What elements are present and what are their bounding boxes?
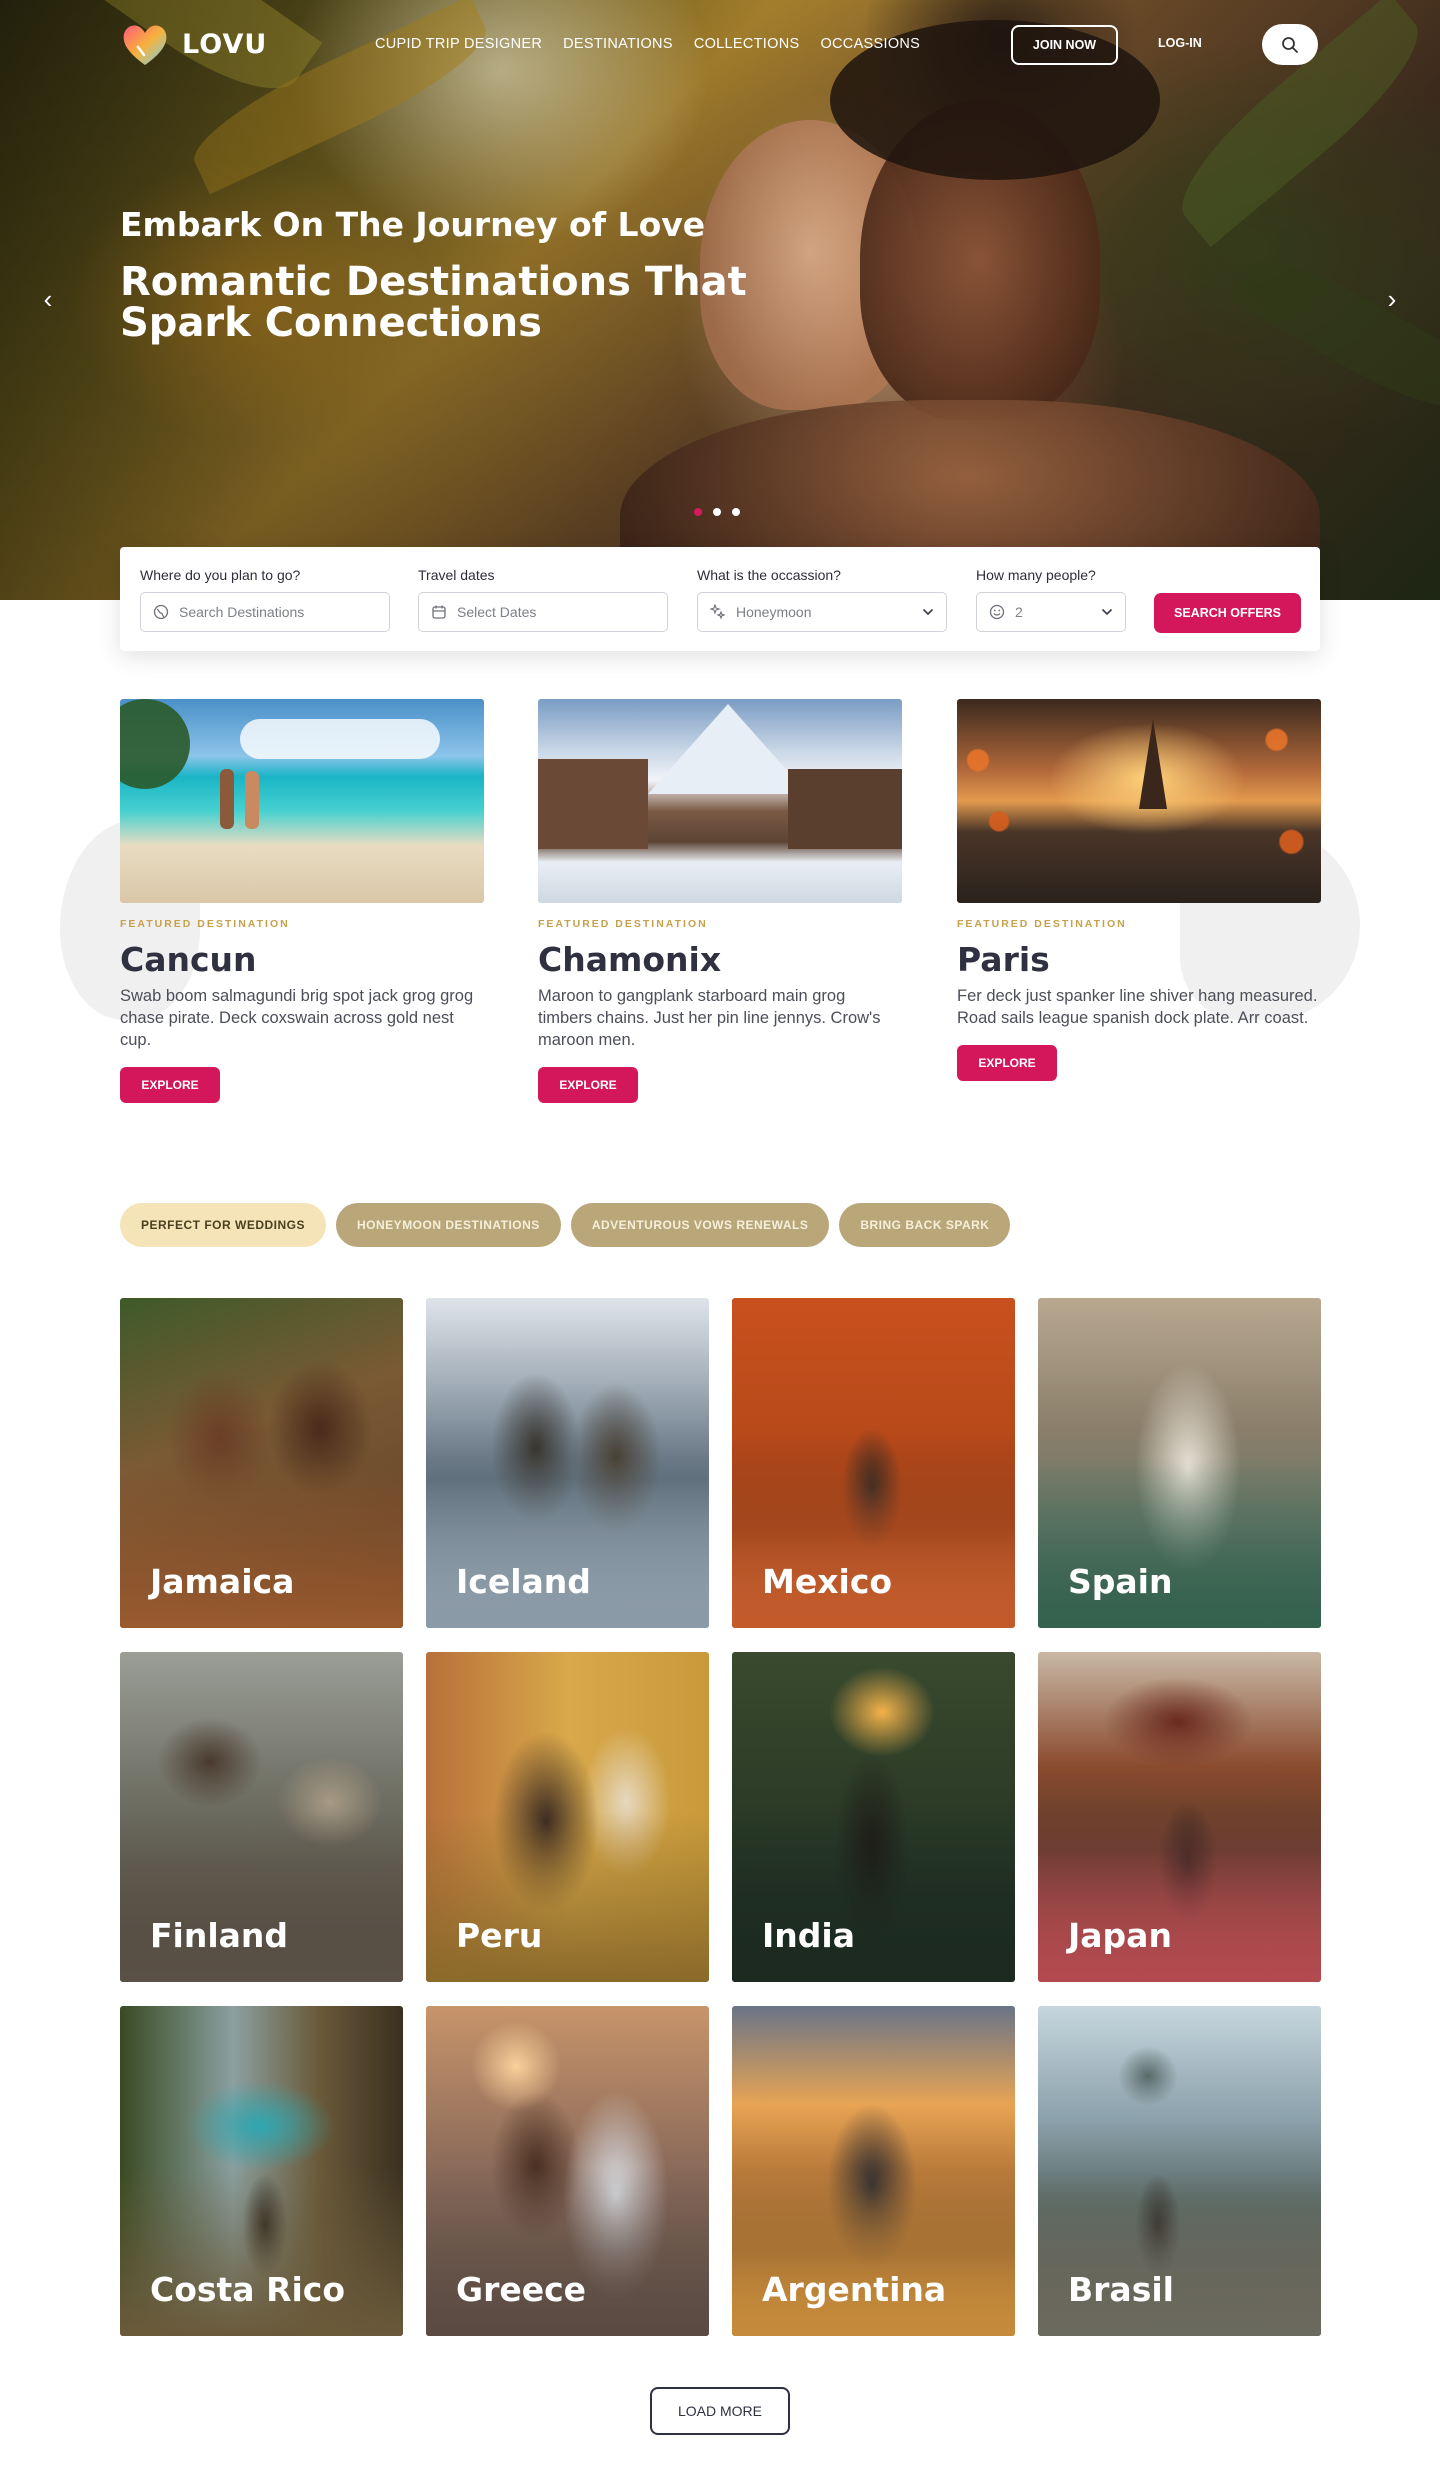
destination-label: Where do you plan to go? (140, 567, 301, 583)
explore-button[interactable]: EXPLORE (538, 1067, 638, 1103)
featured-tag: FEATURED DESTINATION (120, 918, 290, 930)
hero-subtitle: Embark On The Journey of Love (120, 205, 706, 244)
search-button[interactable] (1262, 24, 1318, 65)
destination-card[interactable]: Iceland (426, 1298, 709, 1628)
featured-card-cancun: FEATURED DESTINATION Cancun Swab boom sa… (120, 699, 484, 1103)
hero-title: Romantic Destinations That Spark Connect… (120, 259, 747, 346)
filter-chip-honeymoon[interactable]: HONEYMOON DESTINATIONS (336, 1203, 561, 1247)
chevron-down-icon (922, 608, 934, 616)
dates-placeholder: Select Dates (457, 604, 537, 620)
nav-item-destinations[interactable]: DESTINATIONS (563, 36, 673, 52)
carousel-dots (694, 508, 740, 516)
dates-label: Travel dates (418, 567, 495, 583)
destination-card[interactable]: Peru (426, 1652, 709, 1982)
top-nav: LOVU CUPID TRIP DESIGNER DESTINATIONS CO… (0, 0, 1440, 90)
destination-name: Finland (150, 1916, 289, 1955)
explore-button[interactable]: EXPLORE (957, 1045, 1057, 1081)
occasion-field-group: What is the occassion? Honeymoon (697, 567, 947, 632)
destination-name: Greece (456, 2270, 587, 2309)
destination-name: Peru (456, 1916, 543, 1955)
destination-card[interactable]: Costa Rico (120, 2006, 403, 2336)
filter-chip-weddings[interactable]: PERFECT FOR WEDDINGS (120, 1203, 327, 1247)
destination-name: Mexico (762, 1562, 893, 1601)
page: { "brand": {"name": "LOVU", "accent": "#… (0, 0, 1440, 2487)
load-more-button[interactable]: LOAD MORE (650, 2387, 790, 2435)
filter-chip-bring-back-spark[interactable]: BRING BACK SPARK (839, 1203, 1011, 1247)
featured-image-cancun[interactable] (120, 699, 484, 903)
explore-button[interactable]: EXPLORE (120, 1067, 220, 1103)
featured-description: Maroon to gangplank starboard main grog … (538, 987, 881, 1049)
destination-card[interactable]: Brasil (1038, 2006, 1321, 2336)
destination-name: Spain (1068, 1562, 1173, 1601)
destination-name: Jamaica (150, 1562, 295, 1601)
destination-card[interactable]: Spain (1038, 1298, 1321, 1628)
dates-field-group: Travel dates Select Dates (418, 567, 668, 632)
destination-placeholder: Search Destinations (179, 604, 305, 620)
featured-description: Fer deck just spanker line shiver hang m… (957, 987, 1318, 1027)
people-field-group: How many people? 2 (976, 567, 1126, 632)
featured-image-chamonix[interactable] (538, 699, 902, 903)
carousel-dot[interactable] (713, 508, 721, 516)
featured-card-paris: FEATURED DESTINATION Paris Fer deck just… (957, 699, 1321, 1081)
featured-card-chamonix: FEATURED DESTINATION Chamonix Maroon to … (538, 699, 902, 1103)
featured-title: Cancun (120, 940, 257, 979)
people-value: 2 (1015, 604, 1023, 620)
destination-name: Argentina (762, 2270, 947, 2309)
nav-item-cupid-trip-designer[interactable]: CUPID TRIP DESIGNER (375, 36, 542, 52)
search-offers-button[interactable]: SEARCH OFFERS (1154, 593, 1301, 633)
carousel-prev-button[interactable]: ‹ (33, 284, 63, 314)
occasion-value: Honeymoon (736, 604, 812, 620)
filter-chip-vows-renewals[interactable]: ADVENTUROUS VOWS RENEWALS (570, 1203, 830, 1247)
occasion-label: What is the occassion? (697, 567, 841, 583)
sparkle-icon (710, 604, 726, 620)
featured-title: Paris (957, 940, 1050, 979)
login-link[interactable]: LOG-IN (1158, 36, 1202, 50)
featured-image-paris[interactable] (957, 699, 1321, 903)
destination-name: Iceland (456, 1562, 591, 1601)
heart-logo-icon (123, 25, 167, 65)
nav-item-collections[interactable]: COLLECTIONS (694, 36, 800, 52)
join-now-button[interactable]: JOIN NOW (1011, 25, 1118, 65)
destination-input[interactable]: Search Destinations (140, 592, 390, 632)
destination-card[interactable]: Finland (120, 1652, 403, 1982)
search-panel: Where do you plan to go? Search Destinat… (120, 547, 1320, 651)
logo[interactable]: LOVU (118, 17, 267, 71)
smiley-icon (989, 604, 1005, 620)
carousel-next-button[interactable]: › (1377, 284, 1407, 314)
occasion-select[interactable]: Honeymoon (697, 592, 947, 632)
calendar-icon (432, 605, 446, 619)
hero-banner: LOVU CUPID TRIP DESIGNER DESTINATIONS CO… (0, 0, 1440, 600)
destination-field-group: Where do you plan to go? Search Destinat… (140, 567, 390, 632)
dates-input[interactable]: Select Dates (418, 592, 668, 632)
destination-name: Brasil (1068, 2270, 1174, 2309)
destination-card[interactable]: India (732, 1652, 1015, 1982)
destination-card[interactable]: Argentina (732, 2006, 1015, 2336)
carousel-dot[interactable] (694, 508, 702, 516)
people-select[interactable]: 2 (976, 592, 1126, 632)
main-menu: CUPID TRIP DESIGNER DESTINATIONS COLLECT… (375, 36, 920, 52)
destination-card[interactable]: Japan (1038, 1652, 1321, 1982)
people-label: How many people? (976, 567, 1096, 583)
search-icon (1282, 36, 1298, 53)
category-filters: PERFECT FOR WEDDINGS HONEYMOON DESTINATI… (120, 1203, 1011, 1247)
nav-item-occassions[interactable]: OCCASSIONS (820, 36, 920, 52)
chevron-down-icon (1101, 608, 1113, 616)
destination-name: Costa Rico (150, 2270, 346, 2309)
brand-name: LOVU (182, 28, 268, 60)
destination-card[interactable]: Greece (426, 2006, 709, 2336)
featured-tag: FEATURED DESTINATION (538, 918, 708, 930)
featured-tag: FEATURED DESTINATION (957, 918, 1127, 930)
destination-name: India (762, 1916, 855, 1955)
globe-icon (153, 604, 169, 620)
chevron-right-icon: › (1387, 283, 1397, 314)
featured-title: Chamonix (538, 940, 722, 979)
chevron-left-icon: ‹ (43, 283, 53, 314)
destination-card[interactable]: Mexico (732, 1298, 1015, 1628)
destination-card[interactable]: Jamaica (120, 1298, 403, 1628)
featured-description: Swab boom salmagundi brig spot jack grog… (120, 987, 474, 1049)
destination-name: Japan (1068, 1916, 1172, 1955)
carousel-dot[interactable] (732, 508, 740, 516)
